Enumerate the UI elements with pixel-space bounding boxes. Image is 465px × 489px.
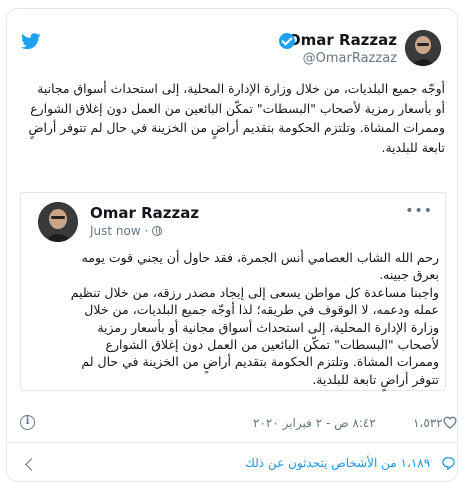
info-icon[interactable]: i	[20, 415, 35, 430]
author-name[interactable]: Omar Razzaz	[288, 31, 397, 49]
tweet-timestamp[interactable]: ٨:٤٢ ص - ٢ فبراير ٢٠٢٠	[253, 416, 376, 430]
verified-badge-icon	[279, 33, 295, 49]
tweet-card: Omar Razzaz @OmarRazzaz أوجّه جميع البلد…	[6, 8, 458, 482]
more-options-icon[interactable]: •••	[405, 203, 433, 219]
chevron-left-icon[interactable]	[25, 458, 38, 471]
people-talking-link[interactable]: ١،١٨٩ من الأشخاص يتحدثون عن ذلك	[245, 456, 430, 470]
comment-icon[interactable]	[441, 456, 456, 471]
heart-icon[interactable]	[443, 416, 457, 429]
quoted-time-label: Just now	[90, 224, 141, 238]
like-count[interactable]: ١،٥٣٢	[413, 416, 443, 430]
quoted-text: رحم الله الشاب العصامي أنس الجمرة، فقد ح…	[70, 250, 439, 387]
author-handle[interactable]: @OmarRazzaz	[303, 51, 397, 66]
quoted-tweet[interactable]: Omar Razzaz Just now · ••• رحم الله الشا…	[20, 192, 446, 391]
divider	[7, 442, 457, 443]
twitter-icon[interactable]	[21, 33, 41, 50]
quoted-author-avatar[interactable]	[38, 202, 78, 242]
globe-icon	[152, 226, 163, 236]
tweet-text: أوجّه جميع البلديات، من خلال وزارة الإدا…	[28, 81, 445, 155]
author-avatar[interactable]	[405, 30, 441, 66]
quoted-author-name[interactable]: Omar Razzaz	[90, 204, 199, 222]
quoted-time[interactable]: Just now ·	[90, 224, 163, 238]
